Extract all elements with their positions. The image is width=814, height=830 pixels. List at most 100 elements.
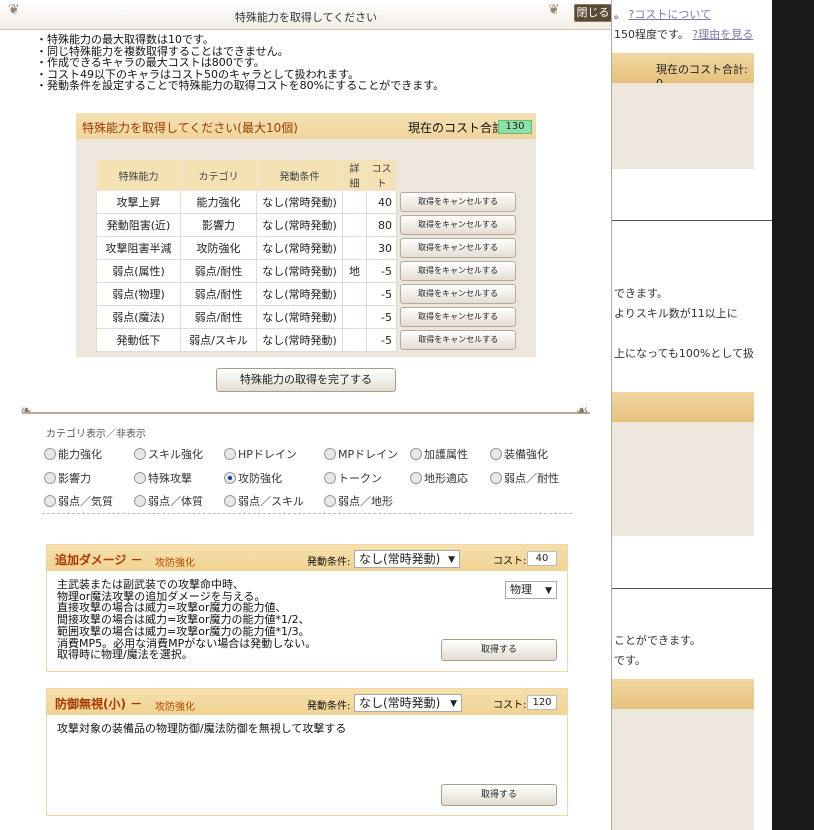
radio-button-icon[interactable]	[224, 448, 236, 460]
radio-button-icon[interactable]	[134, 472, 146, 484]
cancel-acquisition-button[interactable]: 取得をキャンセルする	[400, 330, 517, 350]
category-radio[interactable]: 弱点／体質	[134, 493, 203, 509]
cancel-acquisition-button[interactable]: 取得をキャンセルする	[400, 307, 516, 327]
category-radio[interactable]: 地形適応	[410, 470, 468, 486]
category-radio[interactable]: トークン	[324, 470, 382, 486]
category-radio[interactable]: 影響力	[44, 470, 91, 486]
cancel-acquisition-button[interactable]: 取得をキャンセルする	[400, 284, 516, 304]
condition-select[interactable]: なし(常時発動) ▼	[354, 694, 462, 712]
cost-value: 40	[527, 551, 557, 566]
category-radio[interactable]: 弱点／スキル	[224, 493, 304, 509]
ability-cell: 攻撃上昇	[96, 190, 181, 214]
special-ability-modal: ❦ 特殊能力を取得してください ❦ 閉じる ・特殊能力の最大取得数は10です。 …	[0, 0, 612, 830]
ability-category: 攻防強化	[155, 702, 195, 713]
radio-button-icon[interactable]	[224, 495, 236, 507]
detail-cell	[342, 190, 367, 214]
ability-card-header: 防御無視(小) － 攻防強化 発動条件: なし(常時発動) ▼ コスト: 120	[47, 689, 567, 715]
col-condition: 発動条件	[256, 159, 343, 191]
chevron-down-icon: ▼	[448, 555, 455, 565]
condition-select[interactable]: なし(常時発動) ▼	[354, 550, 460, 568]
radio-button-icon[interactable]	[490, 472, 502, 484]
cancel-acquisition-button[interactable]: 取得をキャンセルする	[400, 192, 516, 212]
total-cost-label: 現在のコスト合計:	[408, 121, 509, 135]
bg-text-e: です。	[614, 654, 646, 667]
radio-button-icon[interactable]	[44, 448, 56, 460]
category-radio[interactable]: 攻防強化	[224, 470, 282, 486]
radio-button-icon[interactable]	[410, 472, 422, 484]
category-radio[interactable]: 特殊攻撃	[134, 470, 192, 486]
ability-cell: 攻撃阻害半減	[96, 236, 181, 260]
category-radio[interactable]: HPドレイン	[224, 446, 297, 462]
condition-cell: なし(常時発動)	[256, 213, 343, 237]
complete-acquisition-button[interactable]: 特殊能力の取得を完了する	[216, 368, 396, 392]
cost-cell: -5	[366, 259, 397, 283]
category-radio[interactable]: 能力強化	[44, 446, 102, 462]
radio-button-icon[interactable]	[490, 448, 502, 460]
acquired-panel-title: 特殊能力を取得してください(最大10個)	[82, 121, 298, 135]
cost-label: コスト:	[493, 700, 527, 711]
bg-text-d: ことができます。	[614, 634, 701, 647]
rules-notes: ・特殊能力の最大取得数は10です。 ・同じ特殊能力を複数取得することはできません…	[36, 34, 444, 92]
radio-button-icon[interactable]	[44, 495, 56, 507]
cost-label: コスト:	[493, 556, 527, 567]
chevron-down-icon: ▼	[450, 699, 457, 709]
bg-reason-link[interactable]: ?理由を見る	[692, 28, 753, 41]
detail-cell	[342, 213, 367, 237]
radio-button-icon[interactable]	[134, 448, 146, 460]
radio-button-icon[interactable]	[224, 472, 236, 484]
col-ability: 特殊能力	[96, 159, 181, 191]
close-button[interactable]: 閉じる	[574, 4, 611, 22]
total-cost-value: 130	[498, 120, 532, 134]
cost-value: 120	[527, 695, 557, 710]
category-label: 弱点／スキル	[238, 495, 304, 508]
condition-cell: なし(常時発動)	[256, 236, 343, 260]
ability-cell: 弱点(物理)	[96, 282, 181, 306]
radio-button-icon[interactable]	[410, 448, 422, 460]
category-cell: 能力強化	[180, 190, 257, 214]
ability-card-defense-ignore: 防御無視(小) － 攻防強化 発動条件: なし(常時発動) ▼ コスト: 120…	[46, 688, 568, 816]
bg-top-line: 。 ?コストについて	[614, 8, 712, 21]
condition-label: 発動条件:	[307, 701, 351, 712]
action-cell: 取得をキャンセルする	[396, 282, 517, 306]
note-line: ・特殊能力の最大取得数は10です。	[36, 33, 214, 46]
acquire-button[interactable]: 取得する	[441, 639, 557, 661]
ability-cell: 弱点(属性)	[96, 259, 181, 283]
cancel-acquisition-button[interactable]: 取得をキャンセルする	[400, 238, 516, 258]
category-label: 攻防強化	[238, 472, 282, 485]
ability-cell: 発動低下	[96, 328, 181, 352]
radio-button-icon[interactable]	[324, 448, 336, 460]
cost-cell: 30	[366, 236, 397, 260]
modal-title-bar: ❦ 特殊能力を取得してください ❦ 閉じる	[0, 0, 611, 30]
category-radio[interactable]: 弱点／気質	[44, 493, 113, 509]
col-category: カテゴリ	[180, 159, 257, 191]
bg-cost-help-link[interactable]: ?コストについて	[629, 8, 712, 21]
condition-cell: なし(常時発動)	[256, 305, 343, 329]
category-label: トークン	[338, 472, 382, 485]
radio-button-icon[interactable]	[44, 472, 56, 484]
bg-divider-2	[612, 588, 772, 589]
ability-name: 防御無視(小) －	[55, 697, 143, 711]
category-radio[interactable]: 装備強化	[490, 446, 548, 462]
description-line: 攻撃対象の装備品の物理防御/魔法防御を無視して攻撃する	[57, 722, 347, 735]
category-radio[interactable]: 弱点／地形	[324, 493, 393, 509]
action-cell: 取得をキャンセルする	[396, 328, 517, 352]
radio-button-icon[interactable]	[134, 495, 146, 507]
cancel-acquisition-button[interactable]: 取得をキャンセルする	[400, 215, 516, 235]
modal-title: 特殊能力を取得してください	[234, 11, 378, 24]
category-radio[interactable]: MPドレイン	[324, 446, 398, 462]
radio-button-icon[interactable]	[324, 495, 336, 507]
acquire-button[interactable]: 取得する	[441, 784, 557, 806]
category-label: 能力強化	[58, 448, 102, 461]
attack-type-select[interactable]: 物理 ▼	[505, 581, 557, 599]
category-radio[interactable]: 弱点／耐性	[490, 470, 559, 486]
action-cell: 取得をキャンセルする	[396, 236, 517, 260]
category-label: 地形適応	[424, 472, 468, 485]
condition-label: 発動条件:	[307, 557, 351, 568]
radio-button-icon[interactable]	[324, 472, 336, 484]
category-label: 弱点／耐性	[504, 472, 559, 485]
cancel-acquisition-button[interactable]: 取得をキャンセルする	[400, 261, 516, 281]
category-radio[interactable]: スキル強化	[134, 446, 203, 462]
description-line: 範囲攻撃の場合は威力=攻撃or魔力の能力値*1/3。	[57, 624, 310, 638]
category-toggle-title: カテゴリ表示／非表示	[46, 429, 146, 440]
category-radio[interactable]: 加護属性	[410, 446, 468, 462]
